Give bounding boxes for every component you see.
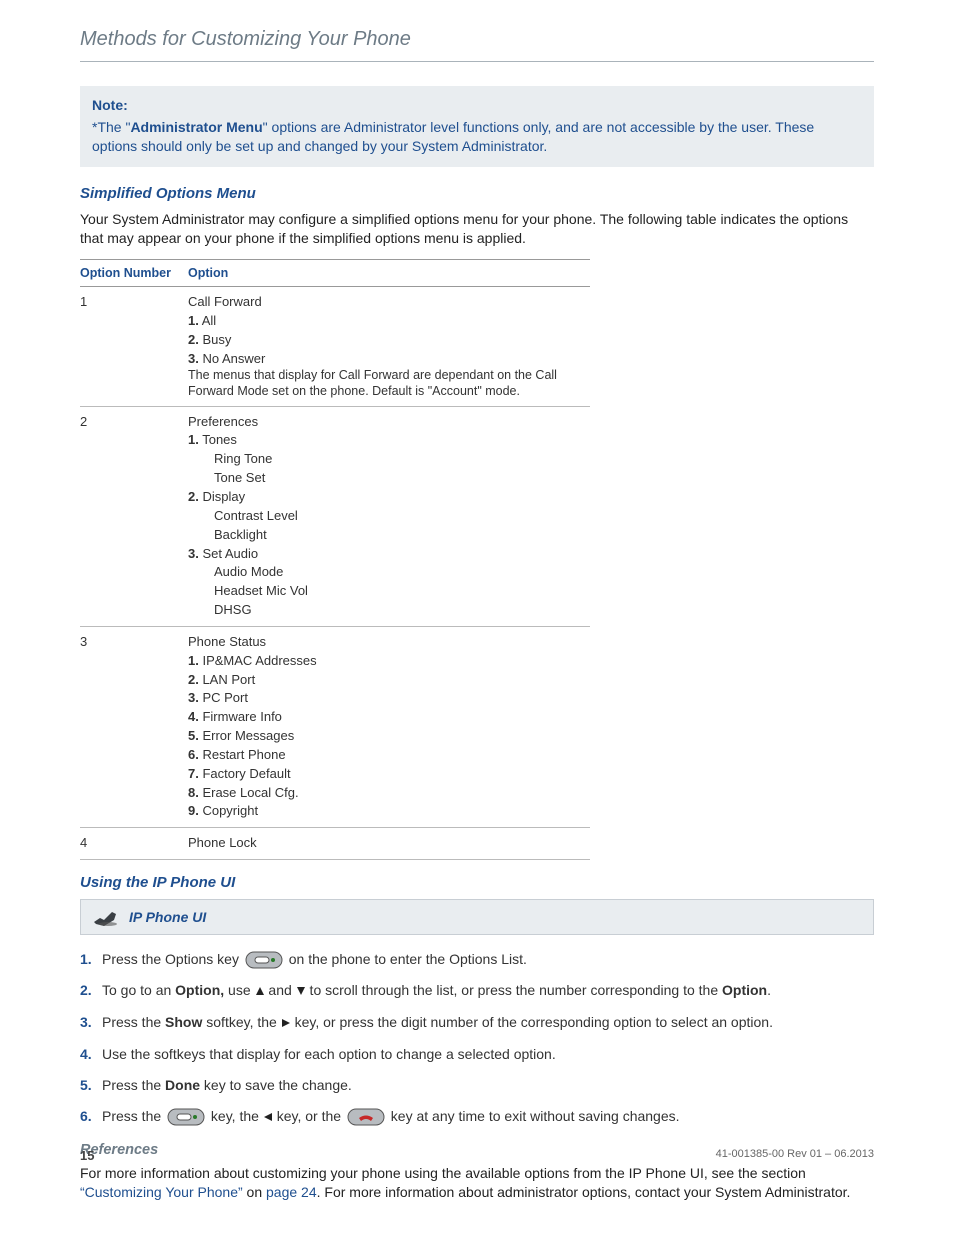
- step-1: 1. Press the Options key on the phone to…: [80, 949, 874, 970]
- step-text: Press the Options key: [102, 951, 243, 967]
- down-arrow-icon: [296, 981, 306, 1002]
- doc-revision: 41-001385-00 Rev 01 – 06.2013: [716, 1148, 874, 1163]
- up-arrow-icon: [255, 981, 265, 1002]
- steps-list: 1. Press the Options key on the phone to…: [80, 949, 874, 1127]
- section-using-heading: Using the IP Phone UI: [80, 874, 874, 891]
- option-number-cell: 2: [80, 406, 188, 626]
- step-text: Use the softkeys that display for each o…: [102, 1046, 556, 1062]
- note-prefix: *The ": [92, 119, 130, 135]
- step-text: key, or the: [273, 1108, 345, 1124]
- option-cell: Preferences1. TonesRing ToneTone Set2. D…: [188, 406, 590, 626]
- step-text: key, or press the digit number of the co…: [291, 1014, 773, 1030]
- step-bold: Done: [165, 1077, 200, 1093]
- phone-icon: [81, 906, 129, 928]
- option-number-cell: 4: [80, 828, 188, 860]
- col-option-number: Option Number: [80, 259, 188, 286]
- page-footer: 15 41-001385-00 Rev 01 – 06.2013: [80, 1148, 874, 1163]
- step-text: key, the: [207, 1108, 263, 1124]
- table-row: 3Phone Status1. IP&MAC Addresses2. LAN P…: [80, 626, 590, 827]
- step-text: on the phone to enter the Options List.: [285, 951, 527, 967]
- step-text: use: [224, 982, 254, 998]
- step-text: key at any time to exit without saving c…: [387, 1108, 680, 1124]
- references-body: For more information about customizing y…: [80, 1164, 874, 1203]
- step-bold: Option: [722, 982, 767, 998]
- step-text: and: [265, 982, 296, 998]
- ref-text: on: [243, 1184, 266, 1200]
- step-bold: Show: [165, 1014, 202, 1030]
- step-number: 6.: [80, 1106, 92, 1127]
- step-bold: Option,: [175, 982, 224, 998]
- step-text: Press the: [102, 1108, 165, 1124]
- note-bold: Administrator Menu: [130, 119, 262, 135]
- ref-text: . For more information about administrat…: [317, 1184, 851, 1200]
- simplified-intro: Your System Administrator may configure …: [80, 210, 874, 249]
- step-number: 4.: [80, 1044, 92, 1065]
- ref-text: For more information about customizing y…: [80, 1165, 806, 1181]
- step-text: softkey, the: [202, 1014, 280, 1030]
- note-body: *The "Administrator Menu" options are Ad…: [92, 118, 862, 157]
- step-text: key to save the change.: [200, 1077, 352, 1093]
- step-number: 3.: [80, 1012, 92, 1033]
- callout-title: IP Phone UI: [129, 909, 206, 925]
- options-key-icon: [167, 1108, 205, 1126]
- options-table: Option Number Option 1Call Forward1. All…: [80, 259, 590, 860]
- col-option: Option: [188, 259, 590, 286]
- step-4: 4. Use the softkeys that display for eac…: [80, 1044, 874, 1065]
- page-number: 15: [80, 1148, 94, 1163]
- xref-page[interactable]: page 24: [266, 1184, 317, 1200]
- step-2: 2. To go to an Option, use and to scroll…: [80, 980, 874, 1002]
- step-text: to scroll through the list, or press the…: [306, 982, 722, 998]
- page-title: Methods for Customizing Your Phone: [80, 28, 874, 62]
- note-box: Note: *The "Administrator Menu" options …: [80, 86, 874, 167]
- step-6: 6. Press the key, the key, or the key at…: [80, 1106, 874, 1128]
- right-arrow-icon: [281, 1013, 291, 1034]
- step-number: 1.: [80, 949, 92, 970]
- step-text: .: [767, 982, 771, 998]
- step-number: 2.: [80, 980, 92, 1001]
- left-arrow-icon: [263, 1107, 273, 1128]
- step-5: 5. Press the Done key to save the change…: [80, 1075, 874, 1096]
- ip-phone-ui-callout: IP Phone UI: [80, 899, 874, 935]
- table-row: 2Preferences1. TonesRing ToneTone Set2. …: [80, 406, 590, 626]
- option-cell: Phone Lock: [188, 828, 590, 860]
- step-3: 3. Press the Show softkey, the key, or p…: [80, 1012, 874, 1034]
- step-text: Press the: [102, 1014, 165, 1030]
- option-cell: Call Forward1. All2. Busy3. No AnswerThe…: [188, 286, 590, 406]
- option-cell: Phone Status1. IP&MAC Addresses2. LAN Po…: [188, 626, 590, 827]
- option-number-cell: 3: [80, 626, 188, 827]
- section-simplified-heading: Simplified Options Menu: [80, 185, 874, 202]
- step-number: 5.: [80, 1075, 92, 1096]
- option-number-cell: 1: [80, 286, 188, 406]
- table-row: 1Call Forward1. All2. Busy3. No AnswerTh…: [80, 286, 590, 406]
- step-text: To go to an: [102, 982, 175, 998]
- options-key-icon: [245, 951, 283, 969]
- note-title: Note:: [92, 96, 862, 116]
- table-row: 4Phone Lock: [80, 828, 590, 860]
- step-text: Press the: [102, 1077, 165, 1093]
- hangup-key-icon: [347, 1108, 385, 1126]
- xref-customizing[interactable]: “Customizing Your Phone”: [80, 1184, 243, 1200]
